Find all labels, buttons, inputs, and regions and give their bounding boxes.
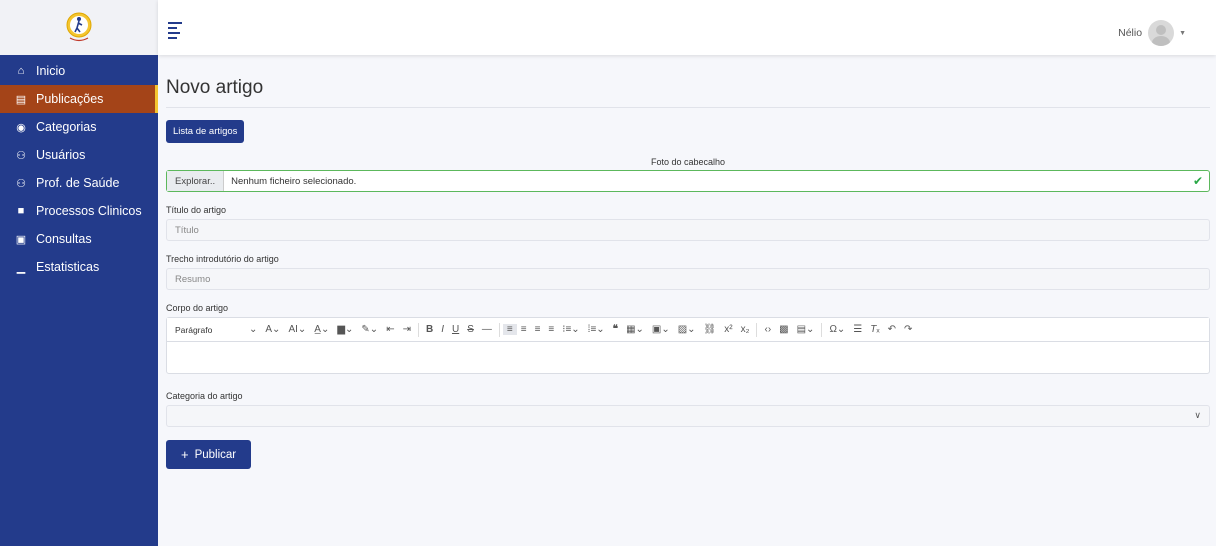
bullet-list-icon[interactable]: ⁝≡⌄ (558, 324, 583, 335)
archive-icon: ■ (17, 205, 25, 217)
page-break-icon[interactable]: ☰ (849, 324, 866, 335)
sidebar-item-usuarios[interactable]: ⚇ Usuários (0, 141, 158, 169)
file-status: Nenhum ficheiro selecionado. (231, 175, 357, 187)
subscript-icon[interactable]: x₂ (737, 324, 754, 335)
numbered-list-icon[interactable]: ⁞≡⌄ (584, 324, 609, 335)
category-select[interactable]: ∨ (166, 405, 1210, 427)
font-color-icon[interactable]: A̲⌄ (310, 324, 333, 335)
tags-icon: ◉ (16, 121, 26, 134)
sidebar-item-label: Inicio (36, 64, 66, 78)
publish-button[interactable]: + Publicar (166, 440, 252, 469)
link-icon[interactable]: ⛓ (700, 324, 721, 335)
redo-icon[interactable]: ↷ (900, 324, 916, 335)
check-icon: ✔ (1192, 174, 1204, 188)
caret-down-icon: ▼ (1179, 29, 1186, 37)
bold-icon[interactable]: B (422, 324, 437, 335)
align-left-icon[interactable]: ≡ (502, 324, 517, 335)
sidebar-item-consultas[interactable]: ▣ Consultas (0, 225, 158, 253)
italic-icon[interactable]: I (437, 324, 448, 335)
main-content: Novo artigo Lista de artigos Foto do cab… (166, 55, 1210, 469)
template-icon[interactable]: ▤⌄ (793, 324, 819, 335)
rich-text-editor: Parágrafo ⌄ A⌄ AI⌄ A̲⌄ ▆⌄ ✎⌄ ⇤ ⇥ B I U S… (166, 317, 1210, 374)
blockquote-icon[interactable]: ❝ (609, 324, 622, 335)
user-menu[interactable]: Nélio ▼ (1118, 20, 1186, 46)
sidebar-item-categorias[interactable]: ◉ Categorias (0, 113, 158, 141)
sidebar-item-publicacoes[interactable]: ▤ Publicações (0, 85, 158, 113)
menu-toggle-icon[interactable] (168, 22, 182, 39)
background-color-icon[interactable]: ▆⌄ (333, 324, 357, 335)
undo-icon[interactable]: ↶ (884, 324, 900, 335)
indent-icon[interactable]: ⇥ (399, 324, 415, 335)
app-logo[interactable] (61, 10, 97, 46)
avatar (1148, 20, 1175, 46)
sidebar: ⌂ Inicio ▤ Publicações ◉ Categorias ⚇ Us… (0, 0, 158, 546)
paragraph-select[interactable]: Parágrafo (175, 325, 245, 335)
category-label: Categoria do artigo (166, 391, 243, 401)
sidebar-item-label: Consultas (36, 232, 92, 246)
align-justify-icon[interactable]: ≡ (544, 324, 558, 335)
sidebar-item-prof-saude[interactable]: ⚇ Prof. de Saúde (0, 169, 158, 197)
excerpt-label: Trecho introdutório do artigo (166, 254, 279, 264)
editor-body[interactable] (167, 342, 1209, 373)
align-right-icon[interactable]: ≡ (531, 324, 545, 335)
font-size-icon[interactable]: A⌄ (261, 324, 284, 335)
media-icon[interactable]: ▣⌄ (648, 324, 674, 335)
editor-toolbar: Parágrafo ⌄ A⌄ AI⌄ A̲⌄ ▆⌄ ✎⌄ ⇤ ⇥ B I U S… (167, 318, 1209, 342)
title-label: Título do artigo (166, 205, 227, 215)
chart-bar-icon: ▁ (16, 261, 26, 274)
calendar-check-icon: ▣ (15, 233, 27, 246)
sidebar-item-label: Usuários (36, 148, 86, 162)
article-list-button[interactable]: Lista de artigos (166, 120, 245, 143)
sidebar-item-estatisticas[interactable]: ▁ Estatisticas (0, 253, 158, 281)
underline-icon[interactable]: U (448, 324, 463, 335)
special-char-icon[interactable]: Ω⌄ (825, 324, 849, 335)
users-icon: ⚇ (16, 149, 26, 162)
home-icon: ⌂ (17, 65, 25, 77)
sidebar-item-label: Prof. de Saúde (36, 176, 120, 190)
plus-icon: + (181, 447, 189, 462)
sidebar-item-label: Publicações (36, 92, 104, 106)
table-icon[interactable]: ▦⌄ (622, 324, 648, 335)
highlight-icon[interactable]: ✎⌄ (357, 324, 382, 335)
sidebar-item-inicio[interactable]: ⌂ Inicio (0, 57, 158, 85)
body-label: Corpo do artigo (166, 303, 229, 313)
sidebar-item-label: Categorias (36, 120, 97, 134)
outdent-icon[interactable]: ⇤ (382, 324, 398, 335)
divider (166, 107, 1210, 108)
clear-format-icon[interactable]: Tₓ (866, 324, 883, 335)
sidebar-item-label: Processos Clinicos (36, 204, 142, 218)
newspaper-icon: ▤ (15, 93, 27, 106)
browse-button[interactable]: Explorar.. (167, 171, 225, 191)
page-title: Novo artigo (166, 77, 264, 98)
title-input[interactable] (166, 219, 1210, 241)
sidebar-nav: ⌂ Inicio ▤ Publicações ◉ Categorias ⚇ Us… (0, 55, 158, 281)
superscript-icon[interactable]: x² (720, 324, 736, 335)
align-center-icon[interactable]: ≡ (517, 324, 531, 335)
users-icon: ⚇ (16, 177, 26, 190)
font-family-icon[interactable]: AI⌄ (284, 324, 310, 335)
chevron-down-icon: ∨ (1194, 410, 1201, 420)
horizontal-line-icon[interactable]: — (478, 324, 496, 335)
topbar: Nélio ▼ (158, 0, 1216, 55)
strikethrough-icon[interactable]: S (463, 324, 478, 335)
sidebar-item-label: Estatisticas (36, 260, 100, 274)
logo-area (0, 0, 158, 55)
sidebar-item-processos-clinicos[interactable]: ■ Processos Clinicos (0, 197, 158, 225)
code-icon[interactable]: ‹› (760, 324, 775, 335)
image-icon[interactable]: ▨⌄ (674, 324, 700, 335)
header-photo-label: Foto do cabecalho (650, 157, 726, 167)
header-photo-input[interactable]: Explorar.. Nenhum ficheiro selecionado. … (166, 170, 1210, 192)
insert-image-icon[interactable]: ▩ (775, 324, 792, 335)
publish-label: Publicar (194, 448, 237, 461)
user-name: Nélio (1118, 27, 1143, 39)
chevron-down-icon[interactable]: ⌄ (245, 324, 261, 335)
excerpt-input[interactable] (166, 268, 1210, 290)
